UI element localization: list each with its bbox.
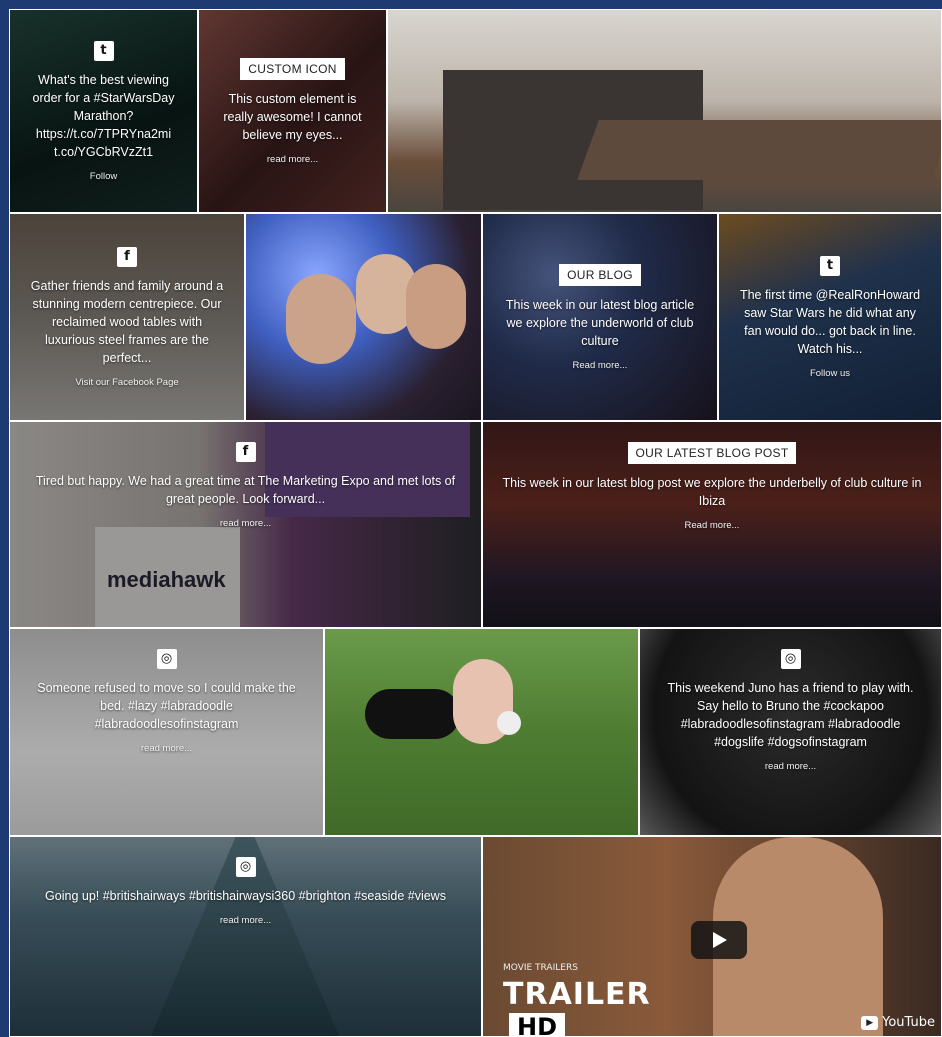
ball-shape — [497, 711, 521, 735]
read-more-link[interactable]: Read more... — [573, 360, 628, 371]
post-text: Someone refused to move so I could make … — [37, 681, 296, 731]
post-text: Gather friends and family around a stunn… — [30, 278, 224, 365]
social-post-tile[interactable]: CUSTOM ICON This custom element is reall… — [198, 9, 387, 213]
social-post-tile[interactable]: t What's the best viewing order for a #S… — [9, 9, 198, 213]
social-wall: t What's the best viewing order for a #S… — [9, 9, 942, 1037]
instagram-icon: ◎ — [780, 649, 801, 669]
youtube-logo[interactable]: YouTube — [861, 1015, 935, 1030]
social-post-tile[interactable]: ◎ Going up! #britishairways #britishairw… — [9, 836, 482, 1037]
custom-icon-badge: CUSTOM ICON — [240, 57, 345, 80]
post-text: Going up! #britishairways #britishairway… — [45, 889, 446, 903]
twitter-icon: t — [820, 255, 840, 276]
social-post-tile[interactable]: ◎ Someone refused to move so I could mak… — [9, 628, 324, 836]
our-blog-badge: OUR BLOG — [559, 263, 641, 286]
follow-us-link[interactable]: Follow us — [810, 368, 850, 379]
social-post-tile[interactable]: ◎ This weekend Juno has a friend to play… — [639, 628, 942, 836]
read-more-link[interactable]: read more... — [220, 518, 271, 529]
post-text: The first time @RealRonHoward saw Star W… — [739, 287, 921, 356]
twitter-icon: t — [93, 40, 114, 61]
post-text: What's the best viewing order for a #Sta… — [32, 72, 175, 159]
post-text: This week in our latest blog article we … — [505, 297, 695, 348]
table-shape — [577, 120, 941, 180]
read-more-link[interactable]: read more... — [267, 154, 318, 165]
social-post-tile[interactable]: f Gather friends and family around a stu… — [9, 213, 245, 421]
post-text: Tired but happy. We had a great time at … — [35, 474, 456, 506]
social-post-tile[interactable]: OUR LATEST BLOG POST This week in our la… — [482, 421, 942, 628]
social-post-tile[interactable]: t The first time @RealRonHoward saw Star… — [718, 213, 942, 421]
trailer-channel-label: MOVIE TRAILERS — [503, 963, 578, 973]
read-more-link[interactable]: Read more... — [685, 520, 740, 531]
social-post-tile[interactable]: OUR BLOG This week in our latest blog ar… — [482, 213, 718, 421]
follow-link[interactable]: Follow — [90, 171, 117, 182]
video-tile[interactable]: MOVIE TRAILERS TRAILER HD YouTube — [482, 836, 942, 1037]
social-post-tile[interactable]: mediahawk f Tired but happy. We had a gr… — [9, 421, 482, 628]
post-text: This custom element is really awesome! I… — [223, 91, 362, 142]
image-tile[interactable] — [245, 213, 482, 421]
facebook-icon: f — [117, 246, 137, 267]
post-text: This weekend Juno has a friend to play w… — [667, 681, 914, 749]
visit-facebook-link[interactable]: Visit our Facebook Page — [75, 377, 178, 388]
instagram-icon: ◎ — [156, 649, 177, 669]
image-tile[interactable] — [387, 9, 942, 213]
post-text: This week in our latest blog post we exp… — [502, 476, 922, 508]
read-more-link[interactable]: read more... — [141, 743, 192, 754]
hd-label: HD — [509, 1013, 566, 1036]
read-more-link[interactable]: read more... — [765, 761, 816, 772]
trailer-title: TRAILER — [503, 977, 651, 1012]
image-tile[interactable] — [324, 628, 639, 836]
facebook-icon: f — [235, 442, 256, 462]
read-more-link[interactable]: read more... — [220, 915, 271, 926]
instagram-icon: ◎ — [235, 857, 256, 877]
latest-blog-post-badge: OUR LATEST BLOG POST — [627, 442, 797, 464]
play-button[interactable] — [691, 921, 747, 959]
black-dog-shape — [365, 689, 460, 739]
